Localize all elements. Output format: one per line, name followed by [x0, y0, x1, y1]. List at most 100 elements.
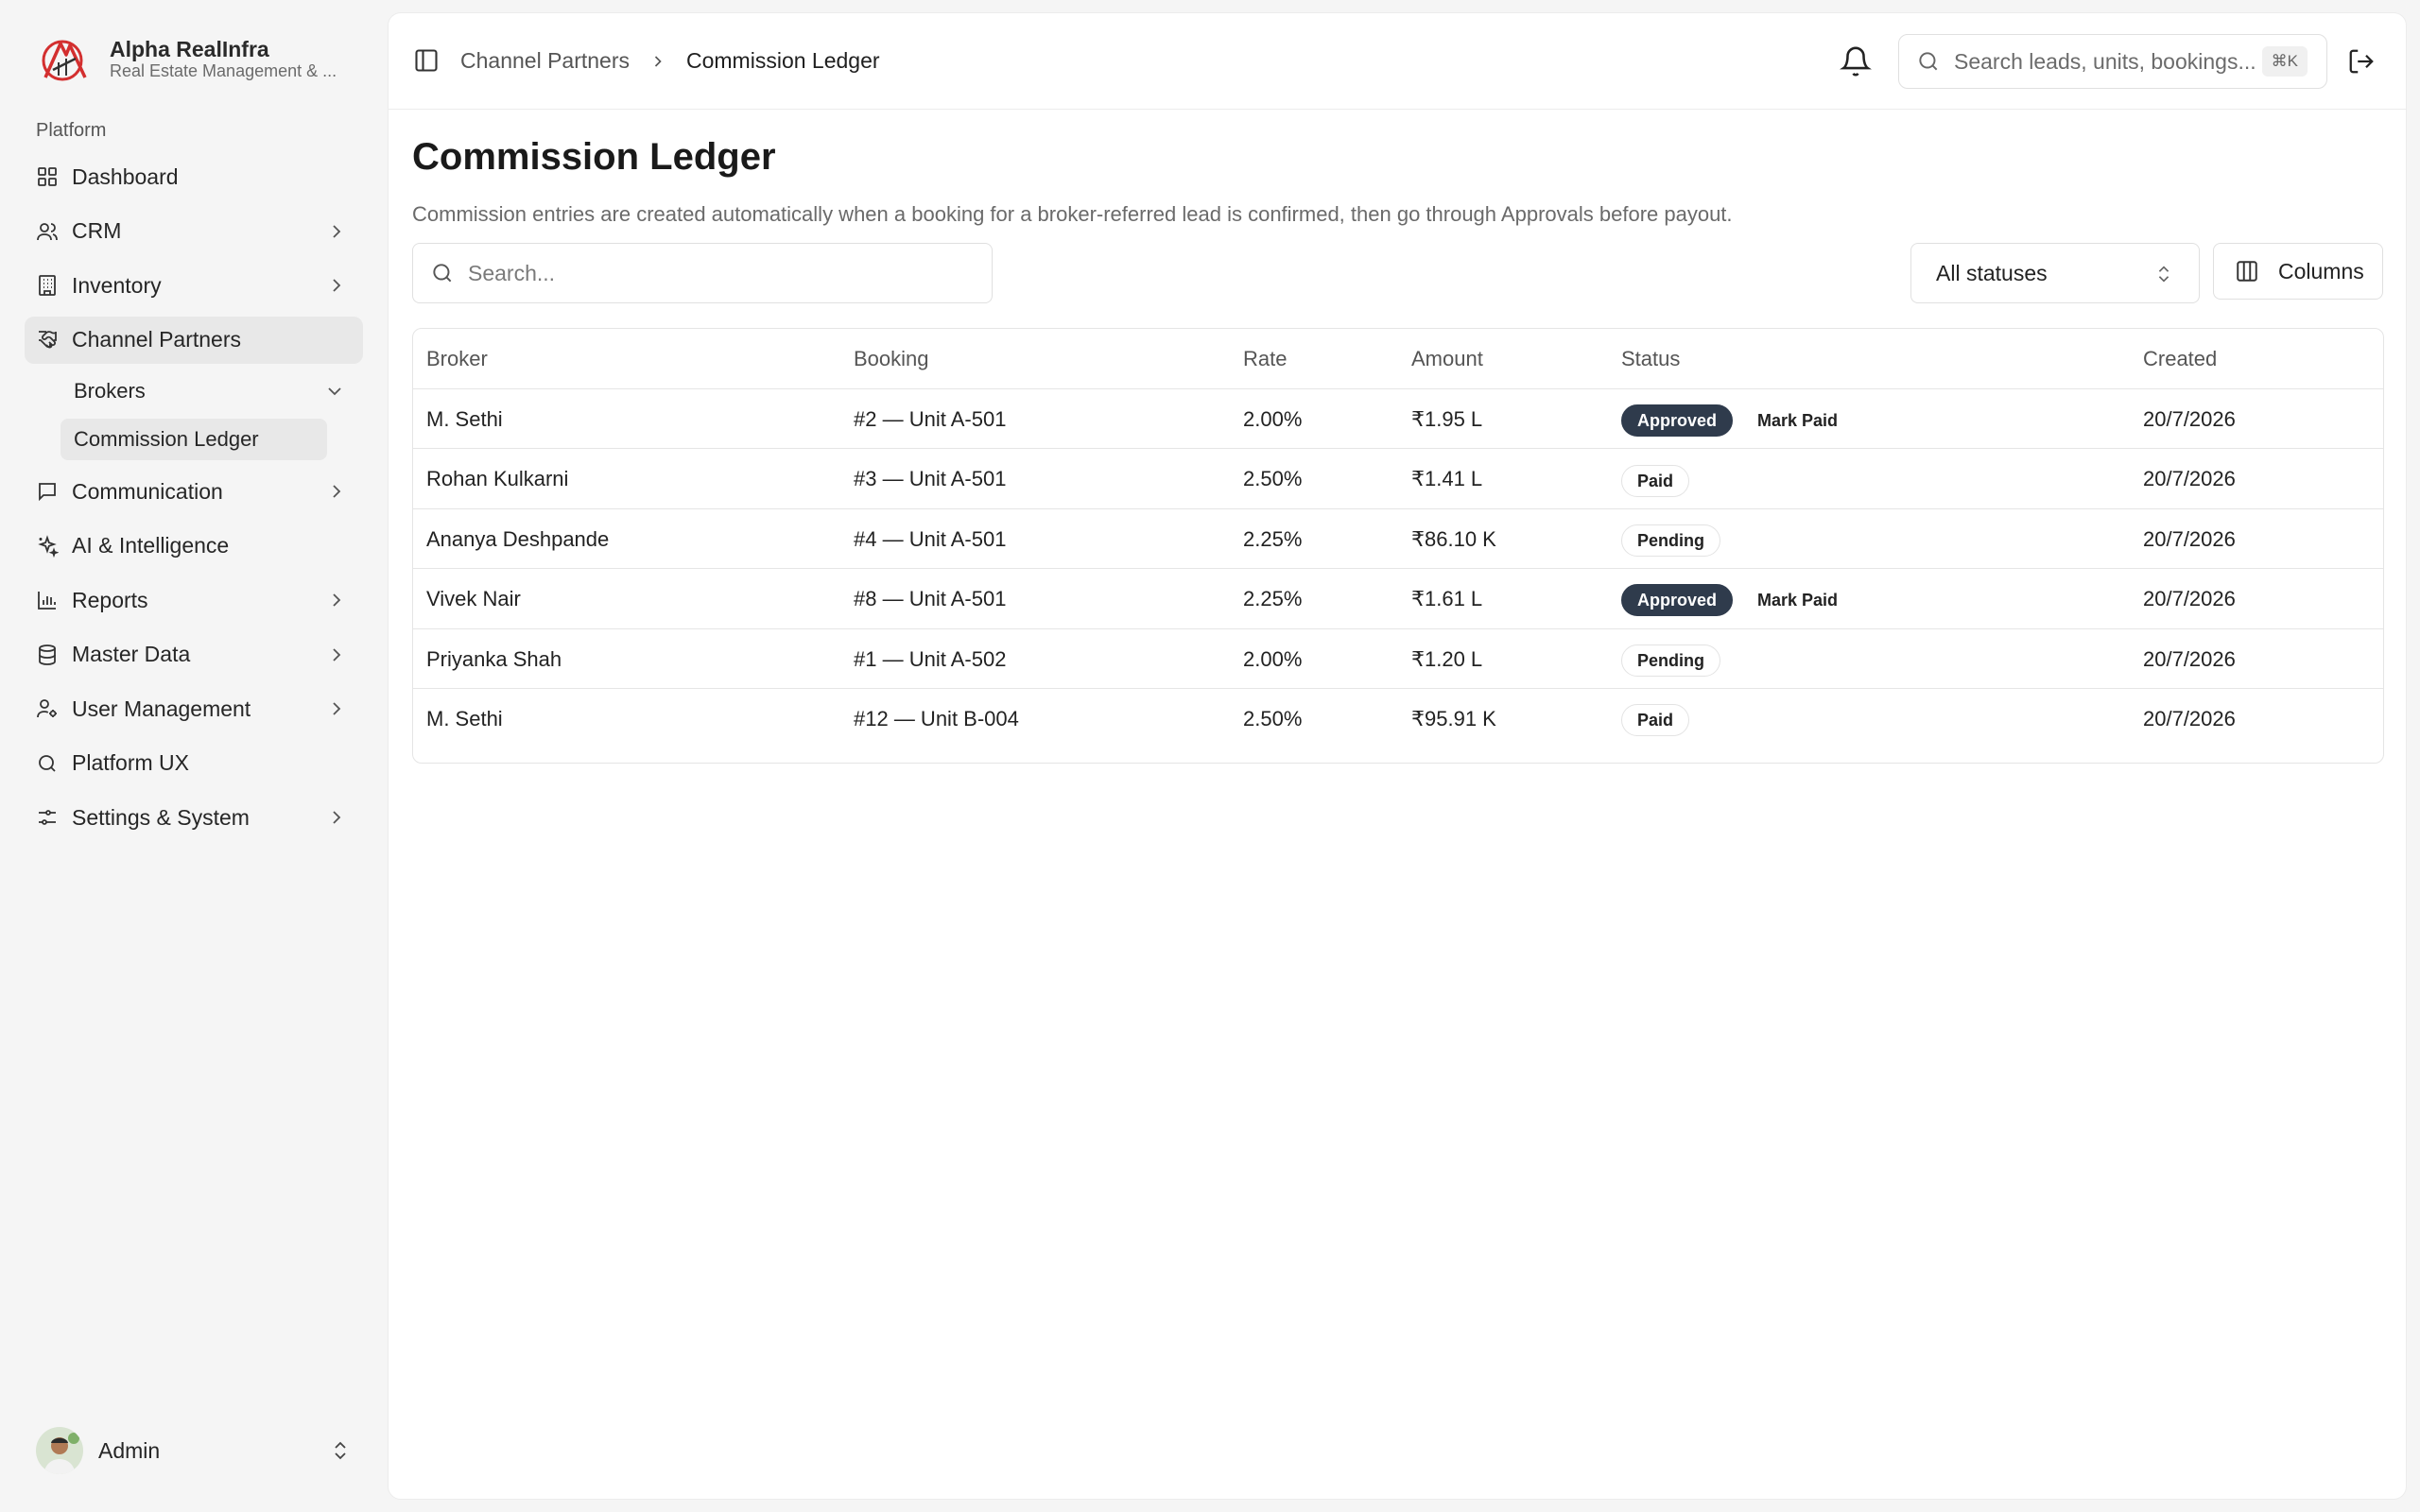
- sidebar-subitem-label: Brokers: [74, 379, 146, 403]
- cell-status: Approved Mark Paid: [1621, 569, 1838, 628]
- search-icon: [1919, 52, 1938, 71]
- cell-booking: #12 — Unit B-004: [854, 706, 1019, 730]
- table-search-input[interactable]: Search...: [412, 243, 993, 303]
- cell-amount: ₹1.20 L: [1411, 646, 1483, 671]
- sidebar-item-ai-intelligence[interactable]: AI & Intelligence: [25, 523, 363, 570]
- cell-created: 20/7/2026: [2143, 526, 2236, 551]
- table-search-placeholder: Search...: [468, 260, 556, 285]
- sidebar-item-user-management[interactable]: User Management: [25, 685, 363, 732]
- sidebar-item-master-data[interactable]: Master Data: [25, 631, 363, 679]
- cell-broker: M. Sethi: [426, 407, 503, 431]
- table-row[interactable]: M. Sethi #2 — Unit A-501 2.00% ₹1.95 L A…: [413, 389, 2383, 450]
- sidebar-item-platform-ux[interactable]: Platform UX: [25, 740, 363, 787]
- cell-broker: Ananya Deshpande: [426, 526, 610, 551]
- logout-icon[interactable]: [2347, 47, 2376, 76]
- cell-booking: #2 — Unit A-501: [854, 407, 1007, 431]
- cell-rate: 2.25%: [1243, 587, 1303, 611]
- channel-partners-subnav: Brokers Commission Ledger: [60, 370, 363, 460]
- table-row[interactable]: Vivek Nair #8 — Unit A-501 2.25% ₹1.61 L…: [413, 569, 2383, 629]
- cell-rate: 2.25%: [1243, 526, 1303, 551]
- sidebar-item-label: Communication: [72, 478, 223, 504]
- cell-broker: Priyanka Shah: [426, 646, 562, 671]
- sidebar-item-inventory[interactable]: Inventory: [25, 262, 363, 309]
- main-panel: Channel Partners Commission Ledger Searc…: [388, 12, 2407, 1500]
- sidebar-item-reports[interactable]: Reports: [25, 576, 363, 624]
- cell-booking: #3 — Unit A-501: [854, 467, 1007, 491]
- table-row[interactable]: Rohan Kulkarni #3 — Unit A-501 2.50% ₹1.…: [413, 449, 2383, 509]
- cell-booking: #1 — Unit A-502: [854, 646, 1007, 671]
- chevron-down-icon: [328, 387, 341, 396]
- status-badge: Pending: [1621, 644, 1720, 677]
- user-menu[interactable]: Admin: [36, 1427, 348, 1474]
- column-header-status[interactable]: Status: [1621, 329, 1680, 389]
- chevrons-up-down-icon: [335, 1441, 346, 1460]
- sidebar-item-communication[interactable]: Communication: [25, 468, 363, 515]
- cell-amount: ₹86.10 K: [1411, 526, 1496, 551]
- keyboard-shortcut: ⌘K: [2261, 46, 2308, 77]
- cell-created: 20/7/2026: [2143, 407, 2236, 431]
- brand-subtitle: Real Estate Management & ...: [110, 61, 337, 80]
- chevron-right-icon: [333, 224, 341, 238]
- table-row[interactable]: M. Sethi #12 — Unit B-004 2.50% ₹95.91 K…: [413, 689, 2383, 748]
- global-search-input[interactable]: Search leads, units, bookings... ⌘K: [1898, 34, 2327, 89]
- cell-created: 20/7/2026: [2143, 467, 2236, 491]
- user-name: Admin: [98, 1437, 161, 1463]
- status-badge: Approved: [1621, 404, 1734, 438]
- sidebar-subitem-brokers[interactable]: Brokers: [60, 370, 354, 412]
- sidebar-subitem-commission-ledger[interactable]: Commission Ledger: [60, 419, 327, 460]
- database-icon: [36, 644, 59, 666]
- sidebar-item-channel-partners[interactable]: Channel Partners: [25, 316, 363, 364]
- sidebar-toggle-icon[interactable]: [413, 47, 440, 74]
- cell-status: Approved Mark Paid: [1621, 389, 1838, 449]
- sparkles-icon: [36, 534, 59, 558]
- cell-amount: ₹95.91 K: [1411, 706, 1496, 730]
- sidebar-item-label: Settings & System: [72, 804, 250, 830]
- sidebar-item-dashboard[interactable]: Dashboard: [25, 153, 363, 200]
- topbar: Channel Partners Commission Ledger Searc…: [389, 13, 2406, 110]
- chevron-right-icon: [333, 811, 341, 824]
- cell-broker: M. Sethi: [426, 706, 503, 730]
- handshake-icon: [36, 329, 59, 352]
- sidebar-item-settings-system[interactable]: Settings & System: [25, 794, 363, 841]
- global-search-placeholder: Search leads, units, bookings...: [1954, 48, 2256, 74]
- cell-rate: 2.50%: [1243, 467, 1303, 491]
- column-header-booking[interactable]: Booking: [854, 329, 929, 389]
- cell-created: 20/7/2026: [2143, 706, 2236, 730]
- sidebar-item-label: Master Data: [72, 642, 191, 666]
- search-icon: [433, 264, 452, 283]
- column-header-broker[interactable]: Broker: [426, 329, 488, 389]
- chevron-right-icon: [333, 593, 341, 607]
- nav-group-label: Platform: [36, 120, 107, 141]
- status-badge: Paid: [1621, 704, 1690, 737]
- cell-amount: ₹1.61 L: [1411, 587, 1483, 611]
- mark-paid-button[interactable]: Mark Paid: [1757, 391, 1838, 451]
- status-badge: Approved: [1621, 584, 1734, 617]
- column-header-rate[interactable]: Rate: [1243, 329, 1287, 389]
- column-header-created[interactable]: Created: [2143, 329, 2217, 389]
- columns-button[interactable]: Columns: [2213, 243, 2383, 300]
- status-filter-select[interactable]: All statuses: [1910, 243, 2200, 303]
- breadcrumb-parent[interactable]: Channel Partners: [460, 48, 630, 74]
- column-header-amount[interactable]: Amount: [1411, 329, 1483, 389]
- table-row[interactable]: Ananya Deshpande #4 — Unit A-501 2.25% ₹…: [413, 509, 2383, 570]
- sidebar-item-label: Platform UX: [72, 750, 189, 775]
- brand-logo-icon: [42, 40, 87, 81]
- cell-status: Paid: [1621, 449, 1690, 508]
- table-header: Broker Booking Rate Amount Status Create…: [413, 329, 2383, 389]
- sidebar-item-label: Channel Partners: [72, 327, 241, 352]
- page-description: Commission entries are created automatic…: [412, 202, 1733, 226]
- cell-broker: Vivek Nair: [426, 587, 521, 611]
- chevron-right-icon: [333, 702, 341, 715]
- sidebar-item-crm[interactable]: CRM: [25, 208, 363, 255]
- mark-paid-button[interactable]: Mark Paid: [1757, 571, 1838, 630]
- status-badge: Paid: [1621, 464, 1690, 497]
- table-row[interactable]: Priyanka Shah #1 — Unit A-502 2.00% ₹1.2…: [413, 629, 2383, 689]
- cell-rate: 2.00%: [1243, 646, 1303, 671]
- cell-booking: #8 — Unit A-501: [854, 587, 1007, 611]
- bell-icon[interactable]: [1840, 45, 1872, 77]
- brand[interactable]: Alpha RealInfra Real Estate Management &…: [38, 32, 355, 85]
- columns-icon: [2237, 261, 2257, 282]
- cell-booking: #4 — Unit A-501: [854, 526, 1007, 551]
- chevron-right-icon: [333, 485, 341, 498]
- avatar: [36, 1427, 83, 1474]
